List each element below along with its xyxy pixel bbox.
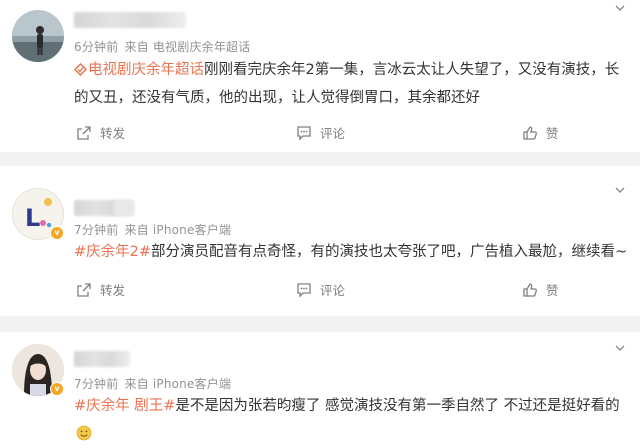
post-meta: 7分钟前 来自 iPhone客户端 [74, 221, 237, 238]
chevron-down-icon[interactable] [614, 2, 626, 14]
topic-link[interactable]: #庆余年 剧王# [74, 398, 175, 414]
share-icon [77, 282, 91, 297]
post-time: 7分钟前 [74, 377, 119, 391]
share-label: 转发 [100, 126, 126, 141]
like-button[interactable]: 赞 [522, 123, 559, 142]
comment-icon [297, 282, 311, 298]
smile-emoji-icon [76, 425, 92, 441]
post-content: 电视剧庆余年超话刚刚看完庆余年2第一集，言冰云太让人失望了，又没有演技，长的又丑… [74, 56, 630, 112]
comment-label: 评论 [320, 126, 346, 141]
post-time: 6分钟前 [74, 40, 119, 54]
divider [0, 316, 640, 332]
super-topic-icon [74, 63, 87, 76]
verified-badge-icon: v [50, 382, 64, 396]
comment-card: L v 7分钟前 来自 iPhone客户端 #庆余年2#部分演员配音有点奇怪，有的… [0, 166, 640, 316]
action-bar: 转发 评论 赞 [0, 280, 640, 300]
comment-icon [297, 125, 311, 141]
topic-link[interactable]: 电视剧庆余年超话 [74, 62, 204, 78]
post-text: 部分演员配音有点奇怪，有的演技也太夸张了吧，广告植入最尬，继续看~ [151, 244, 628, 260]
post-time: 7分钟前 [74, 223, 119, 237]
post-source[interactable]: 来自 iPhone客户端 [124, 223, 231, 237]
username-blurred[interactable] [74, 351, 130, 367]
comment-feed: 6分钟前 来自 电视剧庆余年超话 电视剧庆余年超话刚刚看完庆余年2第一集，言冰云太… [0, 0, 640, 448]
action-bar: 转发 评论 赞 [0, 123, 640, 143]
like-label: 赞 [546, 126, 559, 141]
comment-button[interactable]: 评论 [296, 280, 345, 299]
post-content: #庆余年2#部分演员配音有点奇怪，有的演技也太夸张了吧，广告植入最尬，继续看~ [74, 238, 630, 266]
post-meta: 6分钟前 来自 电视剧庆余年超话 [74, 38, 256, 55]
like-label: 赞 [546, 283, 559, 298]
username-blurred[interactable] [74, 12, 186, 28]
share-button[interactable]: 转发 [76, 280, 125, 299]
divider [0, 152, 640, 166]
post-content: #庆余年 剧王#是不是因为张若昀瘦了 感觉演技没有第一季自然了 不过还是挺好看的 [74, 392, 630, 448]
username-blurred [114, 200, 134, 216]
avatar[interactable] [12, 10, 64, 62]
comment-card: v 7分钟前 来自 iPhone客户端 #庆余年 剧王#是不是因为张若昀瘦了 感觉… [0, 332, 640, 448]
like-button[interactable]: 赞 [522, 280, 559, 299]
comment-button[interactable]: 评论 [296, 123, 345, 142]
post-source[interactable]: 来自 iPhone客户端 [124, 377, 231, 391]
topic-link[interactable]: #庆余年2# [74, 244, 151, 260]
post-meta: 7分钟前 来自 iPhone客户端 [74, 375, 237, 392]
post-text: 是不是因为张若昀瘦了 感觉演技没有第一季自然了 不过还是挺好看的 [175, 398, 620, 414]
thumbs-up-icon [523, 282, 537, 297]
share-icon [77, 125, 91, 140]
comment-label: 评论 [320, 283, 346, 298]
topic-text[interactable]: 电视剧庆余年超话 [88, 62, 204, 78]
svg-text:L: L [25, 204, 40, 232]
share-label: 转发 [100, 283, 126, 298]
comment-card: 6分钟前 来自 电视剧庆余年超话 电视剧庆余年超话刚刚看完庆余年2第一集，言冰云太… [0, 0, 640, 152]
verified-badge-icon: v [50, 226, 64, 240]
share-button[interactable]: 转发 [76, 123, 125, 142]
thumbs-up-icon [523, 125, 537, 140]
post-source[interactable]: 来自 电视剧庆余年超话 [124, 40, 250, 54]
chevron-down-icon[interactable] [614, 184, 626, 196]
chevron-down-icon[interactable] [614, 342, 626, 354]
